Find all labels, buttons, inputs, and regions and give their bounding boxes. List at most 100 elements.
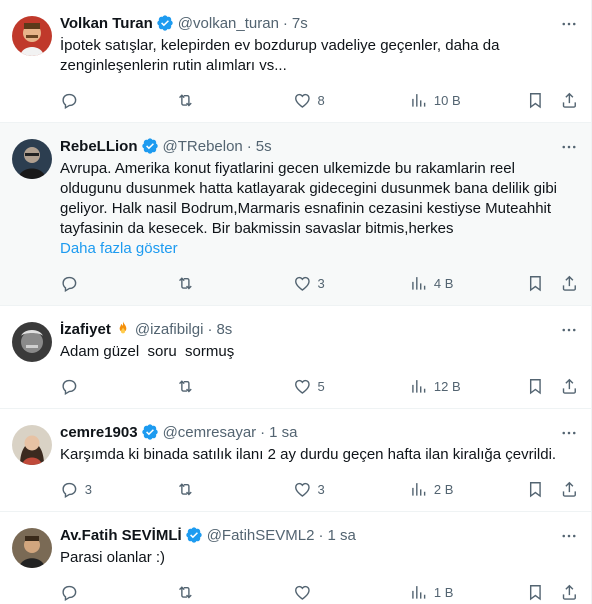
avatar[interactable]	[12, 528, 52, 568]
retweet-icon	[179, 482, 193, 496]
separator-dot: ·	[260, 423, 266, 441]
views-button[interactable]: 2 B	[409, 480, 525, 499]
timestamp[interactable]: 5s	[256, 138, 272, 155]
separator-dot: ·	[318, 526, 324, 544]
display-name[interactable]: Av.Fatih SEVİMLİ	[60, 527, 182, 544]
user-handle[interactable]: @TRebelon	[163, 138, 243, 155]
more-dots-icon	[562, 145, 576, 149]
views-button[interactable]: 4 B	[409, 274, 525, 293]
retweet-button[interactable]	[176, 480, 292, 499]
reply-count: 3	[84, 481, 92, 497]
like-count: 3	[317, 481, 325, 497]
more-options-button[interactable]	[559, 526, 579, 546]
timestamp[interactable]: 1 sa	[327, 527, 355, 544]
heart-icon	[294, 276, 310, 291]
user-handle[interactable]: @cemresayar	[163, 424, 257, 441]
heart-icon	[294, 93, 310, 108]
reply-button[interactable]	[60, 274, 176, 293]
reply-button[interactable]	[60, 583, 176, 602]
retweet-icon	[179, 276, 193, 290]
views-chart-icon	[412, 482, 426, 496]
display-name[interactable]: Volkan Turan	[60, 15, 153, 32]
avatar[interactable]	[12, 139, 52, 179]
more-dots-icon	[562, 431, 576, 435]
show-more-link[interactable]: Daha fazla göster	[60, 239, 178, 259]
more-options-button[interactable]	[559, 137, 579, 157]
reply-icon	[62, 379, 77, 395]
display-name[interactable]: İzafiyet	[60, 321, 111, 338]
retweet-button[interactable]	[176, 91, 292, 110]
tweet[interactable]: İzafiyet @izafibilgi · 8s Adam güzel sor…	[0, 306, 591, 409]
timestamp[interactable]: 7s	[292, 15, 308, 32]
like-button[interactable]: 3	[293, 480, 409, 499]
share-icon[interactable]	[560, 91, 579, 110]
reply-button[interactable]	[60, 91, 176, 110]
views-chart-icon	[412, 276, 426, 290]
tweet-text: Avrupa. Amerika konut fiyatlarini gecen …	[60, 160, 562, 237]
verified-badge-icon	[141, 423, 159, 441]
retweet-button[interactable]	[176, 377, 292, 396]
user-handle[interactable]: @izafibilgi	[135, 321, 204, 338]
bookmark-icon[interactable]	[526, 583, 545, 602]
tweet-header: Av.Fatih SEVİMLİ @FatihSEVML2 · 1 sa	[60, 524, 579, 546]
more-dots-icon	[562, 328, 576, 332]
tweet[interactable]: cemre1903 @cemresayar · 1 sa Karşımda ki…	[0, 409, 591, 512]
like-button[interactable]: 3	[293, 274, 409, 293]
reply-button[interactable]	[60, 377, 176, 396]
tweet[interactable]: Volkan Turan @volkan_turan · 7s İpotek s…	[0, 0, 591, 123]
reply-icon	[62, 93, 77, 109]
user-handle[interactable]: @volkan_turan	[178, 15, 279, 32]
more-dots-icon	[562, 22, 576, 26]
share-icon[interactable]	[560, 377, 579, 396]
display-name[interactable]: cemre1903	[60, 424, 138, 441]
like-button[interactable]: 5	[293, 377, 409, 396]
share-icon[interactable]	[560, 480, 579, 499]
views-button[interactable]: 10 B	[409, 91, 525, 110]
more-options-button[interactable]	[559, 320, 579, 340]
heart-icon	[294, 482, 310, 497]
reply-icon	[62, 482, 77, 498]
view-count: 2 B	[433, 481, 454, 497]
avatar[interactable]	[12, 322, 52, 362]
views-chart-icon	[412, 379, 426, 393]
heart-icon	[294, 379, 310, 394]
tweet[interactable]: Av.Fatih SEVİMLİ @FatihSEVML2 · 1 sa Par…	[0, 512, 591, 604]
verified-badge-icon	[185, 526, 203, 544]
more-dots-icon	[562, 534, 576, 538]
separator-dot: ·	[282, 14, 288, 32]
separator-dot: ·	[207, 320, 213, 338]
views-button[interactable]: 1 B	[409, 583, 525, 602]
views-chart-icon	[412, 93, 426, 107]
display-name[interactable]: RebeLLion	[60, 138, 138, 155]
like-count: 3	[317, 275, 325, 291]
view-count: 4 B	[433, 275, 454, 291]
action-bar: 1 B	[60, 576, 579, 604]
reply-button[interactable]: 3	[60, 480, 176, 499]
retweet-button[interactable]	[176, 583, 292, 602]
tweet-header: RebeLLion @TRebelon · 5s	[60, 135, 579, 157]
view-count: 10 B	[433, 92, 461, 108]
reply-icon	[62, 276, 77, 292]
verified-badge-icon	[156, 14, 174, 32]
like-count: 5	[317, 378, 325, 394]
bookmark-icon[interactable]	[526, 480, 545, 499]
avatar[interactable]	[12, 425, 52, 465]
timestamp[interactable]: 8s	[216, 321, 232, 338]
bookmark-icon[interactable]	[526, 274, 545, 293]
more-options-button[interactable]	[559, 423, 579, 443]
share-icon[interactable]	[560, 583, 579, 602]
share-icon[interactable]	[560, 274, 579, 293]
avatar[interactable]	[12, 16, 52, 56]
tweet-text: Karşımda ki binada satılık ilanı 2 ay du…	[60, 446, 557, 463]
timestamp[interactable]: 1 sa	[269, 424, 297, 441]
like-count: 8	[317, 92, 325, 108]
like-button[interactable]	[293, 583, 409, 602]
bookmark-icon[interactable]	[526, 91, 545, 110]
views-button[interactable]: 12 B	[409, 377, 525, 396]
more-options-button[interactable]	[559, 14, 579, 34]
bookmark-icon[interactable]	[526, 377, 545, 396]
user-handle[interactable]: @FatihSEVML2	[207, 527, 315, 544]
like-button[interactable]: 8	[293, 91, 409, 110]
retweet-button[interactable]	[176, 274, 292, 293]
tweet[interactable]: RebeLLion @TRebelon · 5s Avrupa. Amerika…	[0, 123, 591, 306]
